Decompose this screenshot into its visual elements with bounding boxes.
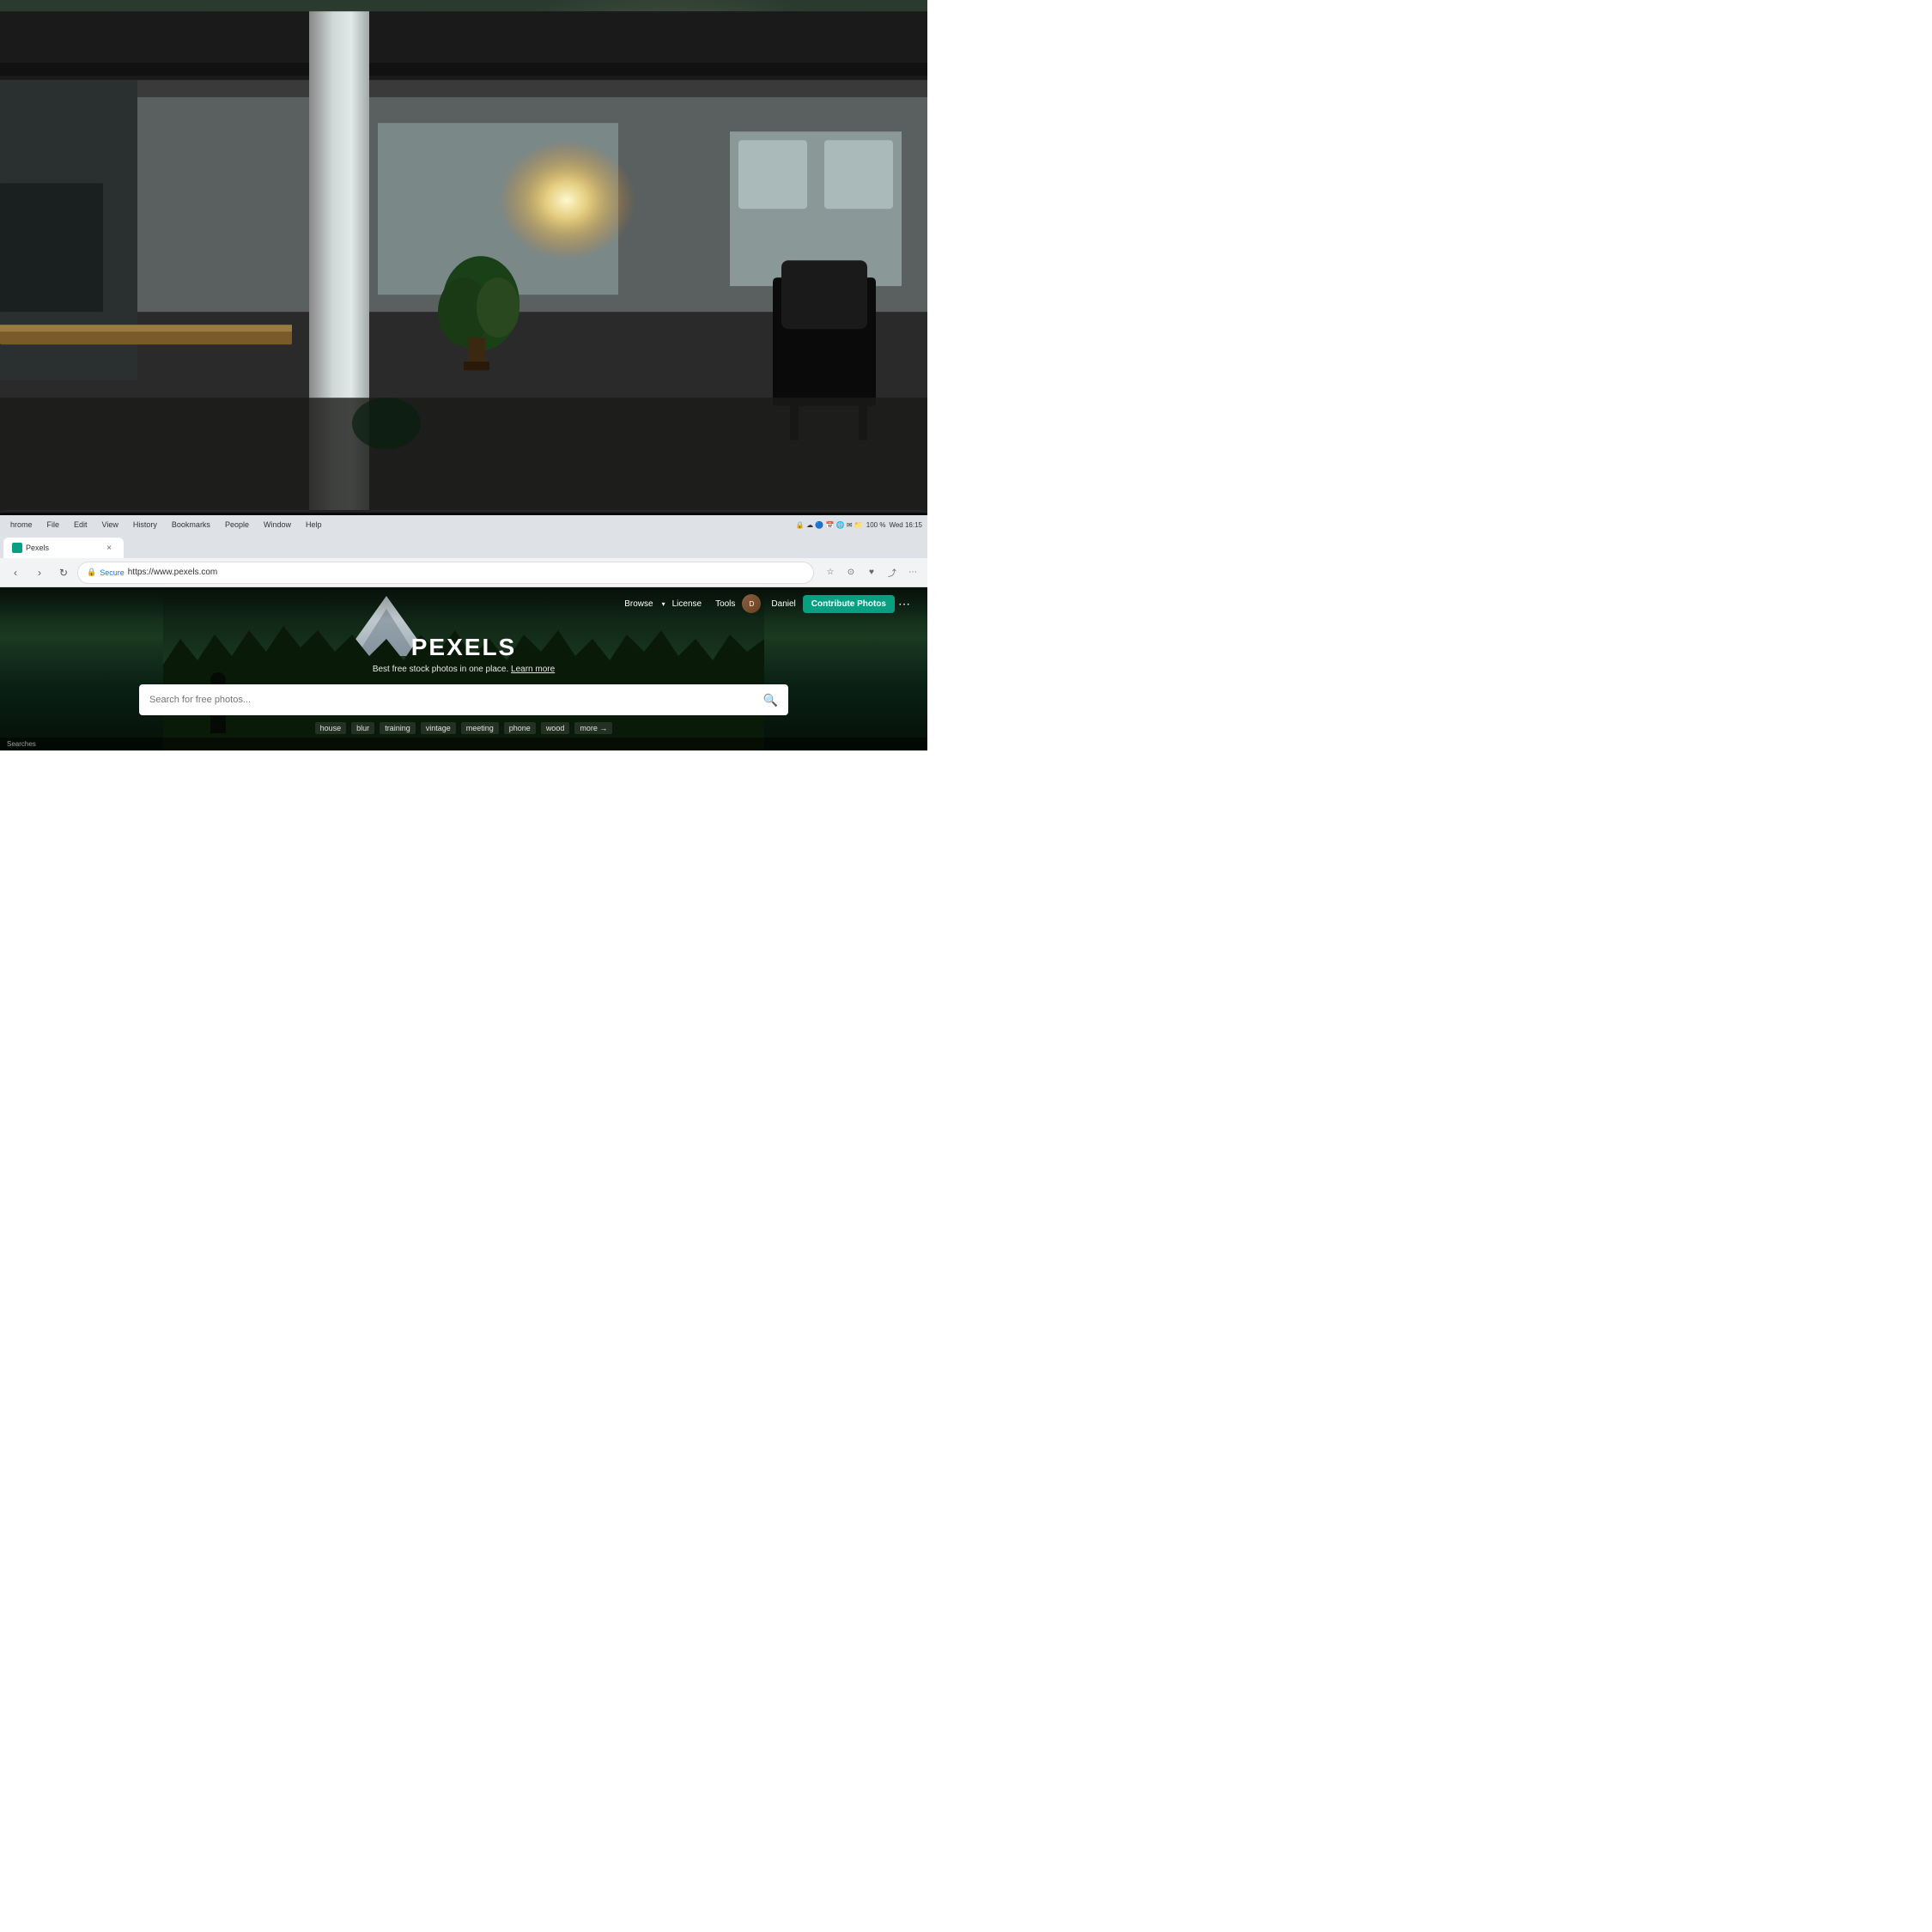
menu-bar: hrome File Edit View History Bookmarks P… — [0, 515, 927, 534]
menu-window[interactable]: Window — [257, 519, 298, 531]
tab-favicon — [12, 543, 22, 553]
tag-phone[interactable]: phone — [504, 722, 536, 734]
browser-tabs: Pexels × — [0, 534, 927, 558]
monitor-frame: hrome File Edit View History Bookmarks P… — [0, 510, 927, 927]
tools-nav-item[interactable]: Tools — [708, 596, 742, 612]
pexels-nav: Browse ▾ License Tools D Daniel Contribu… — [0, 587, 927, 620]
search-icon: 🔍 — [763, 693, 778, 708]
forward-button[interactable]: › — [29, 562, 50, 583]
tag-meeting[interactable]: meeting — [461, 722, 499, 734]
tag-more[interactable]: more → — [574, 722, 612, 734]
pexels-website: Browse ▾ License Tools D Daniel Contribu… — [0, 587, 927, 750]
tag-blur[interactable]: blur — [351, 722, 374, 734]
browser-screen: hrome File Edit View History Bookmarks P… — [0, 515, 927, 927]
menu-bookmarks[interactable]: Bookmarks — [165, 519, 217, 531]
search-bar[interactable]: 🔍 — [139, 684, 788, 715]
secure-icon: 🔒 — [87, 568, 96, 577]
tag-training[interactable]: training — [380, 722, 416, 734]
tab-title: Pexels — [26, 544, 49, 552]
back-button[interactable]: ‹ — [5, 562, 26, 583]
search-input[interactable] — [149, 695, 763, 705]
browse-nav-item[interactable]: Browse ▾ — [617, 596, 665, 612]
refresh-button[interactable]: ↻ — [53, 562, 74, 583]
pexels-tagline: Best free stock photos in one place. Lea… — [139, 665, 788, 674]
menu-edit[interactable]: Edit — [67, 519, 94, 531]
menu-people[interactable]: People — [218, 519, 256, 531]
tag-wood[interactable]: wood — [541, 722, 570, 734]
system-bar: 🔒 ☁ 🔵 📅 🌐 ✉ 📁 100 % Wed 16:15 — [791, 515, 927, 534]
user-avatar: D — [742, 594, 761, 613]
search-tags: house blur training vintage meeting phon… — [139, 722, 788, 734]
hero-content: PEXELS Best free stock photos in one pla… — [139, 634, 788, 734]
tag-vintage[interactable]: vintage — [421, 722, 456, 734]
menu-view[interactable]: View — [95, 519, 125, 531]
user-name: Daniel — [764, 596, 802, 612]
reader-button[interactable]: ⊙ — [841, 563, 860, 582]
menu-chrome[interactable]: hrome — [3, 519, 39, 531]
license-nav-item[interactable]: License — [665, 596, 708, 612]
monitor-container: hrome File Edit View History Bookmarks P… — [0, 510, 927, 927]
active-tab[interactable]: Pexels × — [3, 538, 124, 558]
extensions-button[interactable]: ♥ — [862, 563, 881, 582]
pexels-logo: PEXELS — [139, 634, 788, 661]
more-button[interactable]: ⋯ — [903, 563, 922, 582]
tab-close-button[interactable]: × — [103, 542, 115, 554]
address-bar[interactable]: 🔒 Secure https://www.pexels.com — [77, 562, 814, 584]
menu-history[interactable]: History — [126, 519, 164, 531]
searches-bar: Searches — [0, 738, 927, 750]
url-text: https://www.pexels.com — [128, 568, 805, 577]
user-nav-item[interactable]: D Daniel — [742, 594, 802, 613]
tag-house[interactable]: house — [315, 722, 347, 734]
pexels-hero: Browse ▾ License Tools D Daniel Contribu… — [0, 587, 927, 750]
share-button[interactable]: ⤴ — [883, 563, 902, 582]
contribute-photos-button[interactable]: Contribute Photos — [803, 595, 895, 613]
learn-more-link[interactable]: Learn more — [511, 665, 555, 674]
bookmark-button[interactable]: ☆ — [821, 563, 840, 582]
menu-file[interactable]: File — [40, 519, 67, 531]
secure-label: Secure — [100, 568, 125, 577]
browser-actions: ☆ ⊙ ♥ ⤴ ⋯ — [821, 563, 922, 582]
system-icons: 🔒 ☁ 🔵 📅 🌐 ✉ 📁 — [796, 521, 863, 529]
system-clock: Wed 16:15 — [889, 521, 922, 529]
more-options-button[interactable]: ⋯ — [895, 597, 914, 611]
menu-help[interactable]: Help — [299, 519, 329, 531]
browser-toolbar: ‹ › ↻ 🔒 Secure https://www.pexels.com ☆ … — [0, 558, 927, 587]
battery-indicator: 100 % — [866, 521, 886, 529]
